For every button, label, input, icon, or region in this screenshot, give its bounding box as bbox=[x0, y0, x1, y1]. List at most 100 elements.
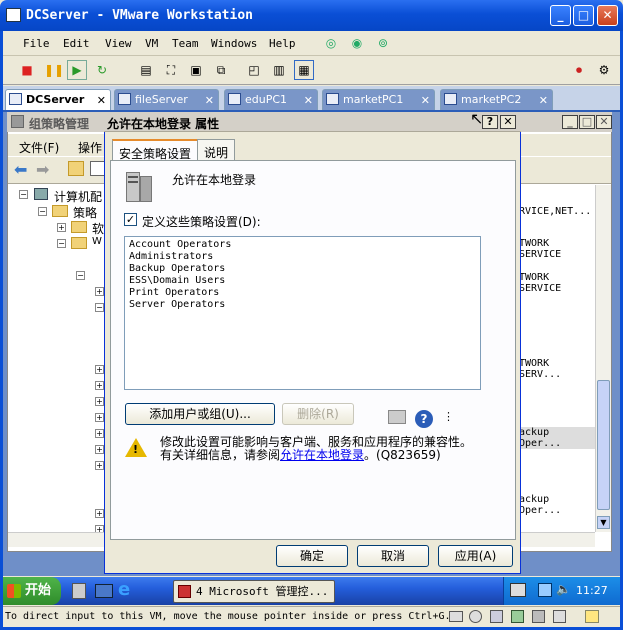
add-user-button[interactable]: 添加用户或组(U)... bbox=[125, 403, 275, 425]
message-icon[interactable] bbox=[585, 610, 599, 623]
vertical-scrollbar[interactable]: ▼ bbox=[595, 185, 611, 532]
menu-file[interactable]: File bbox=[23, 37, 50, 50]
quicklaunch-network-icon[interactable] bbox=[72, 583, 86, 599]
tab-fileserver[interactable]: fileServer ✕ bbox=[114, 89, 219, 110]
stop-icon[interactable]: ■ bbox=[17, 60, 37, 80]
menu-edit[interactable]: Edit bbox=[63, 37, 90, 50]
define-settings-checkbox[interactable]: ✓ bbox=[124, 213, 137, 226]
usb-icon[interactable] bbox=[532, 610, 545, 623]
expand-icon[interactable]: + bbox=[95, 365, 104, 374]
close-icon[interactable]: ✕ bbox=[97, 91, 106, 110]
list-item[interactable]: Server Operators bbox=[129, 299, 225, 310]
snapshot-manager-icon[interactable]: ⊚ bbox=[373, 33, 393, 53]
up-folder-icon[interactable] bbox=[68, 161, 84, 176]
menu-team[interactable]: Team bbox=[172, 37, 199, 50]
quicklaunch-desktop-icon[interactable] bbox=[95, 584, 113, 598]
tray-network-icon[interactable] bbox=[538, 583, 552, 597]
list-item[interactable]: ackup Oper... bbox=[519, 494, 595, 516]
record-icon[interactable]: ⏺ bbox=[569, 60, 589, 80]
help-icon[interactable]: ? bbox=[415, 410, 433, 428]
tab-dcserver[interactable]: DCServer ✕ bbox=[5, 89, 111, 110]
ok-button[interactable]: 确定 bbox=[276, 545, 348, 567]
mmc-close-button[interactable]: ✕ bbox=[596, 115, 612, 129]
tree-node-policies[interactable]: 策略 bbox=[73, 204, 97, 221]
back-arrow-icon[interactable]: ⬅ bbox=[14, 160, 27, 179]
play-icon[interactable]: ▶ bbox=[67, 60, 87, 80]
collapse-icon[interactable]: − bbox=[57, 239, 66, 248]
tree-node-software[interactable]: 软 bbox=[92, 220, 104, 237]
users-groups-list[interactable]: Account Operators Administrators Backup … bbox=[124, 236, 481, 390]
tab-edupc1[interactable]: eduPC1 ✕ bbox=[224, 89, 318, 110]
cdrom-icon[interactable] bbox=[469, 610, 482, 623]
expand-icon[interactable]: + bbox=[95, 397, 104, 406]
ie-icon[interactable]: e bbox=[118, 579, 130, 600]
tab-security-policy[interactable]: 安全策略设置 bbox=[112, 139, 199, 162]
floppy-icon[interactable] bbox=[490, 610, 503, 623]
sidebar-toggle-icon[interactable]: ▤ bbox=[136, 60, 156, 80]
maximize-button[interactable]: □ bbox=[573, 5, 594, 26]
close-icon[interactable]: ✕ bbox=[421, 91, 430, 110]
network-adapter-icon[interactable] bbox=[511, 610, 524, 623]
scroll-down-icon[interactable]: ▼ bbox=[597, 516, 610, 529]
fullscreen-icon[interactable]: ⛶ bbox=[161, 60, 181, 80]
expand-icon[interactable]: + bbox=[95, 461, 104, 470]
expand-icon[interactable]: + bbox=[95, 445, 104, 454]
tree-node-windows[interactable]: W bbox=[92, 236, 102, 247]
more-icon[interactable]: ⋮ bbox=[443, 410, 454, 423]
console-icon[interactable]: ◰ bbox=[244, 60, 264, 80]
snapshot-icon[interactable]: ◎ bbox=[321, 33, 341, 53]
menu-windows[interactable]: Windows bbox=[211, 37, 257, 50]
revert-snapshot-icon[interactable]: ◉ bbox=[347, 33, 367, 53]
cancel-button[interactable]: 取消 bbox=[357, 545, 429, 567]
list-item[interactable]: TWORK SERVICE bbox=[519, 238, 595, 260]
collapse-icon[interactable]: − bbox=[95, 303, 104, 312]
warning-link[interactable]: 允许在本地登录 bbox=[280, 448, 364, 462]
start-button[interactable]: 开始 bbox=[3, 577, 61, 605]
settings-icon[interactable]: ⚙ bbox=[594, 60, 614, 80]
taskbar-item-mmc[interactable]: 4 Microsoft 管理控... bbox=[173, 580, 335, 603]
unity-icon[interactable]: ⧉ bbox=[211, 60, 231, 80]
tab-marketpc1[interactable]: marketPC1 ✕ bbox=[322, 89, 435, 110]
reset-icon[interactable]: ↻ bbox=[92, 60, 112, 80]
keyboard-icon[interactable] bbox=[388, 410, 406, 424]
mmc-menu-action[interactable]: 操作 bbox=[78, 139, 102, 156]
close-button[interactable]: ✕ bbox=[597, 5, 618, 26]
tab-marketpc2[interactable]: marketPC2 ✕ bbox=[440, 89, 553, 110]
list-item[interactable]: TWORK SERV... bbox=[519, 358, 595, 380]
sound-icon[interactable] bbox=[553, 610, 566, 623]
forward-arrow-icon[interactable]: ➡ bbox=[36, 160, 49, 179]
list-item[interactable]: Administrators bbox=[129, 251, 213, 262]
tabs-view-icon[interactable]: ▦ bbox=[294, 60, 314, 80]
list-item[interactable]: TWORK SERVICE bbox=[519, 272, 595, 294]
expand-icon[interactable]: + bbox=[95, 509, 104, 518]
summary-icon[interactable]: ▥ bbox=[269, 60, 289, 80]
expand-icon[interactable]: + bbox=[95, 381, 104, 390]
close-icon[interactable]: ✕ bbox=[205, 91, 214, 110]
mmc-maximize-button[interactable]: □ bbox=[579, 115, 595, 129]
list-item[interactable]: Backup Operators bbox=[129, 263, 225, 274]
apply-button[interactable]: 应用(A) bbox=[438, 545, 513, 567]
list-item[interactable]: ESS\Domain Users bbox=[129, 275, 225, 286]
close-icon[interactable]: ✕ bbox=[539, 91, 548, 110]
menu-help[interactable]: Help bbox=[269, 37, 296, 50]
list-item[interactable]: RVICE,NET... bbox=[519, 206, 591, 217]
tray-volume-icon[interactable]: 🔈 bbox=[556, 582, 571, 596]
scroll-thumb[interactable] bbox=[597, 380, 610, 510]
expand-icon[interactable]: + bbox=[57, 223, 66, 232]
menu-vm[interactable]: VM bbox=[145, 37, 158, 50]
dialog-help-button[interactable]: ? bbox=[482, 115, 498, 129]
dialog-close-button[interactable]: ✕ bbox=[500, 115, 516, 129]
mmc-minimize-button[interactable]: _ bbox=[562, 115, 578, 129]
close-icon[interactable]: ✕ bbox=[304, 91, 313, 110]
collapse-icon[interactable]: − bbox=[76, 271, 85, 280]
pause-icon[interactable]: ❚❚ bbox=[43, 60, 64, 80]
list-item[interactable]: ackup Oper... bbox=[519, 427, 595, 449]
list-item[interactable]: Print Operators bbox=[129, 287, 219, 298]
hdd-icon[interactable] bbox=[449, 611, 463, 622]
tray-printer-icon[interactable] bbox=[510, 583, 526, 597]
list-item[interactable]: Account Operators bbox=[129, 239, 231, 250]
expand-icon[interactable]: + bbox=[95, 287, 104, 296]
tree-node-computer-config[interactable]: 计算机配 bbox=[54, 188, 102, 205]
quick-switch-icon[interactable]: ▣ bbox=[186, 60, 206, 80]
collapse-icon[interactable]: − bbox=[38, 207, 47, 216]
